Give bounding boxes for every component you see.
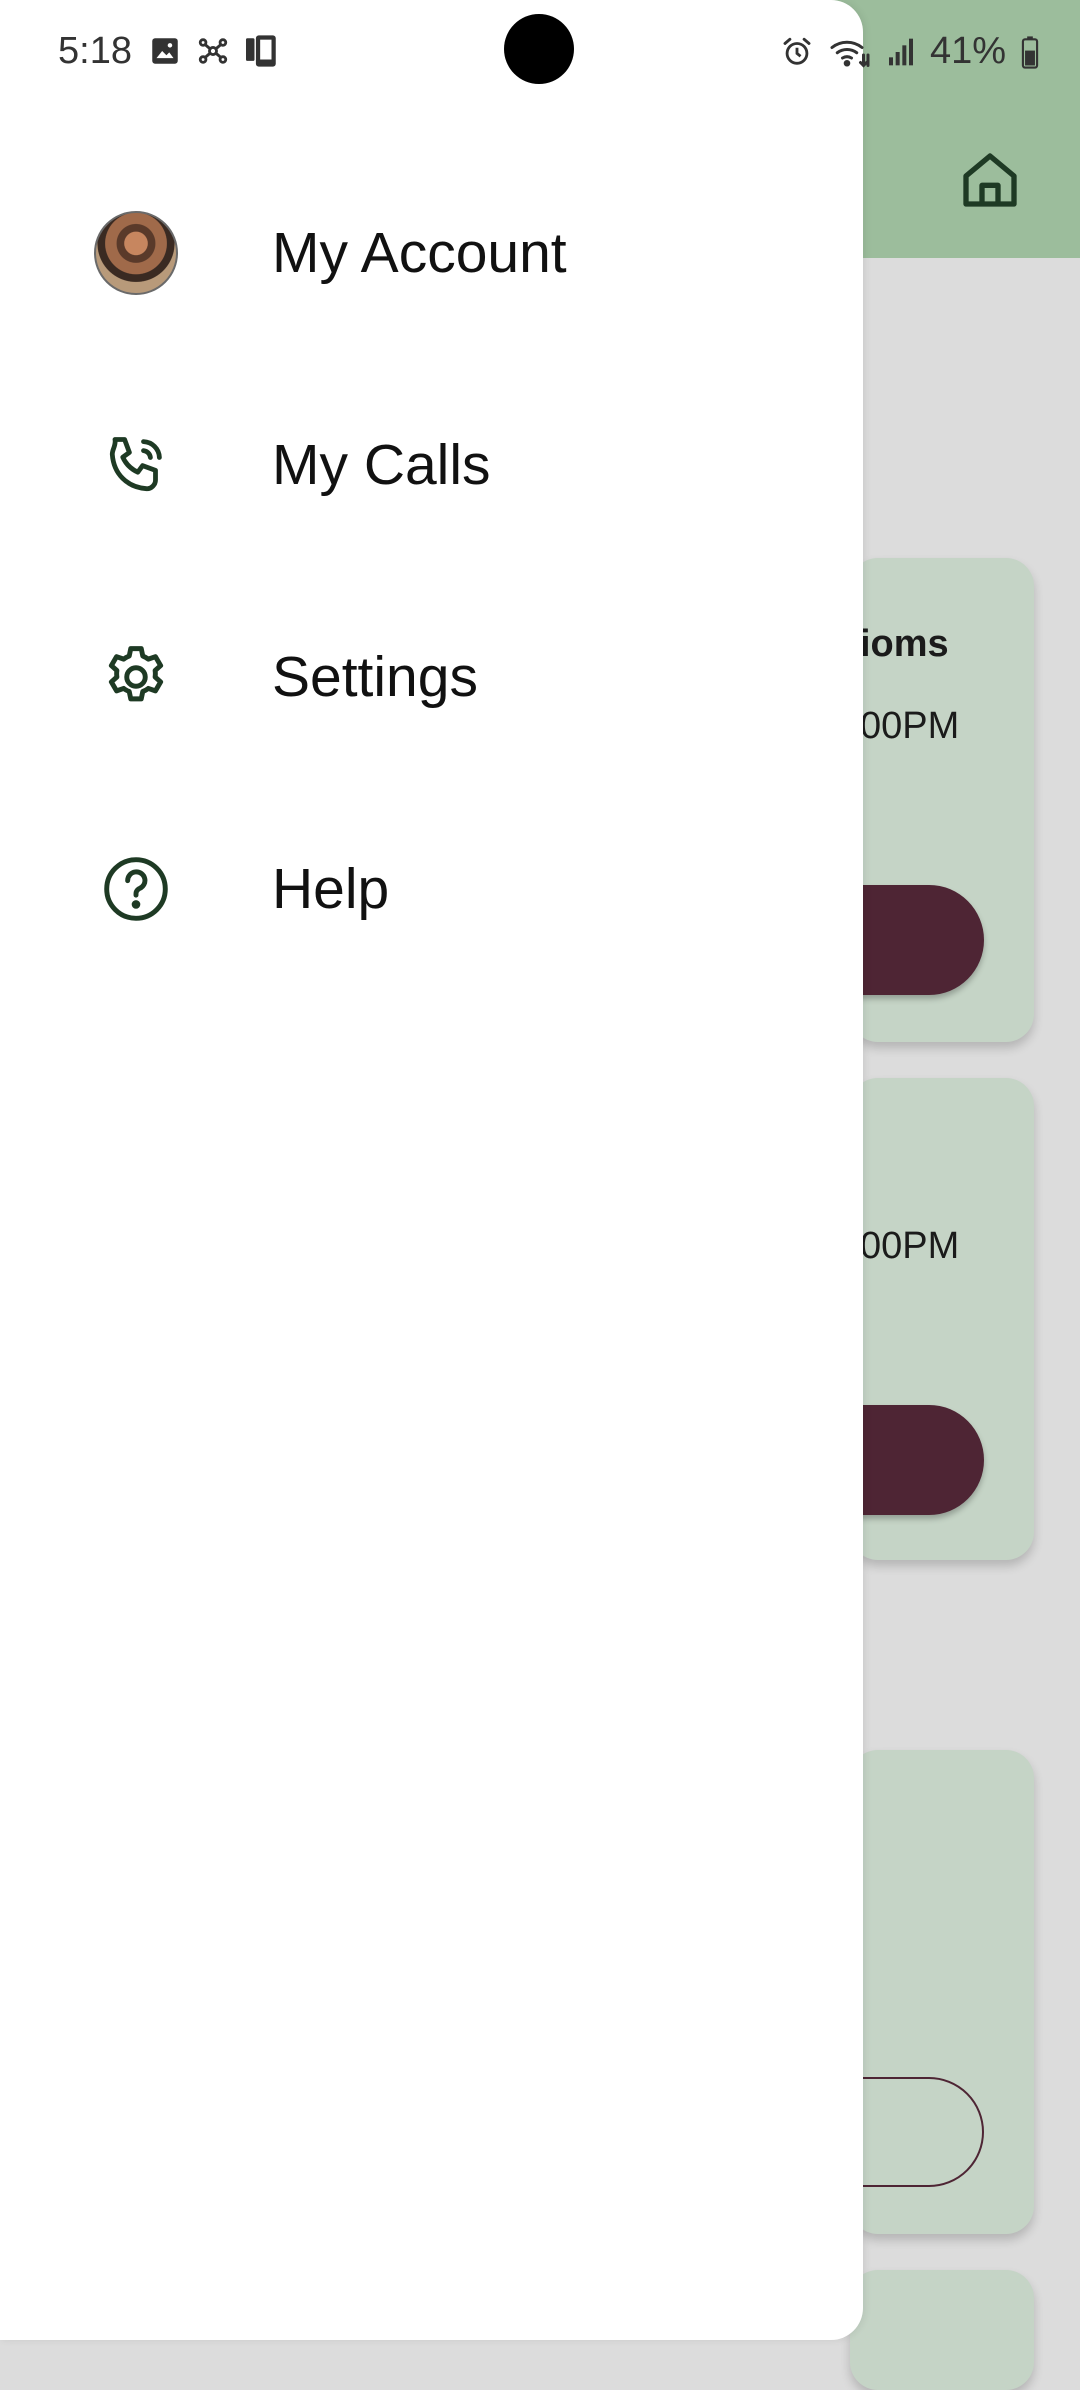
session-card <box>850 2270 1034 2390</box>
front-camera <box>504 14 574 84</box>
card-time: 00PM <box>860 705 960 747</box>
menu-icon <box>92 421 180 509</box>
session-card: ioms 00PM <box>750 558 1034 1042</box>
alarm-icon <box>783 37 811 65</box>
menu-item-my-account[interactable]: My Account <box>0 178 863 328</box>
menu-item-my-calls[interactable]: My Calls <box>0 390 863 540</box>
card-time: 00PM <box>860 1225 960 1267</box>
menu-item-label: Settings <box>272 645 478 709</box>
signal-icon <box>888 38 913 65</box>
home-icon <box>963 153 1017 207</box>
device-icon <box>246 35 276 67</box>
status-left-icons <box>148 34 282 68</box>
menu-icon <box>92 845 180 933</box>
image-icon <box>152 38 178 64</box>
avatar <box>94 211 178 295</box>
menu-icon <box>92 209 180 297</box>
gear-icon <box>108 646 164 702</box>
menu-item-label: My Calls <box>272 433 491 497</box>
menu-item-settings[interactable]: Settings <box>0 602 863 752</box>
status-time: 5:18 <box>58 30 132 72</box>
wifi-icon <box>830 40 870 68</box>
help-icon <box>104 857 168 921</box>
phone-icon <box>109 437 162 492</box>
network-icon <box>198 38 228 64</box>
navigation-drawer: My Account My Calls Settings Help <box>0 0 863 2340</box>
menu-item-label: My Account <box>272 221 567 285</box>
session-card: 00PM <box>750 1078 1034 1560</box>
menu-item-help[interactable]: Help <box>0 814 863 964</box>
status-right-icons: 41% <box>780 30 1040 73</box>
menu-icon <box>92 633 180 721</box>
menu-item-label: Help <box>272 857 390 921</box>
home-button[interactable] <box>950 140 1030 220</box>
battery-icon <box>1021 35 1039 69</box>
battery-percentage: 41% <box>929 30 1006 72</box>
card-title: ioms <box>860 623 949 665</box>
session-card <box>750 1750 1034 2234</box>
